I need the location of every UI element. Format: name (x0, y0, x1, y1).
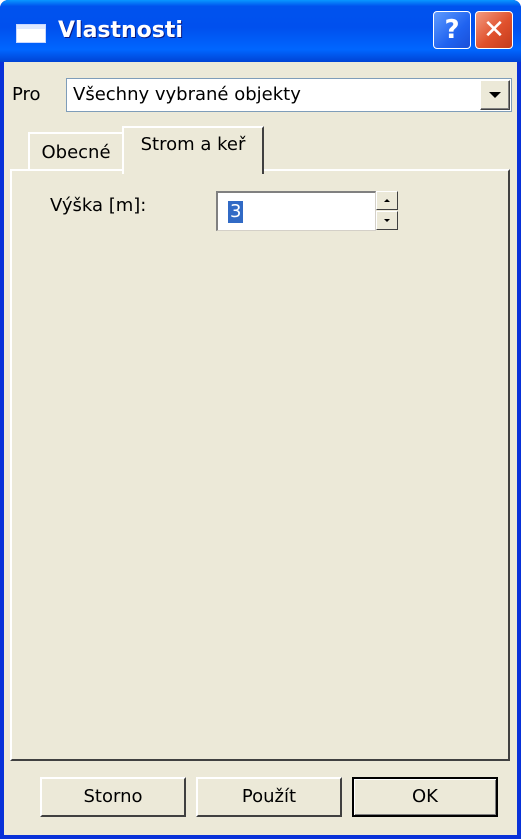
tab-panel: Výška [m]: 3 (10, 169, 510, 761)
spin-up-button[interactable] (376, 191, 398, 210)
pro-label: Pro (12, 84, 41, 105)
window-title: Vlastnosti (58, 18, 183, 43)
properties-dialog: Vlastnosti ? ✕ Pro Všechny vybrané objek… (0, 0, 521, 839)
help-button[interactable]: ? (433, 11, 471, 49)
tab-tree-shrub[interactable]: Strom a keř (122, 126, 264, 174)
chevron-down-icon (489, 92, 501, 98)
ok-button[interactable]: OK (352, 777, 498, 817)
spin-down-icon (384, 219, 390, 222)
dialog-body: Pro Všechny vybrané objekty Obecné Strom… (4, 62, 517, 835)
tab-general[interactable]: Obecné (28, 132, 124, 170)
help-icon: ? (444, 15, 460, 45)
pro-select[interactable]: Všechny vybrané objekty (66, 78, 512, 112)
spin-up-icon (384, 199, 390, 202)
height-label: Výška [m]: (50, 195, 147, 216)
title-bar[interactable]: Vlastnosti ? ✕ (0, 0, 521, 62)
height-value: 3 (228, 201, 244, 223)
pro-select-value: Všechny vybrané objekty (73, 84, 301, 105)
height-input[interactable]: 3 (216, 191, 376, 231)
cancel-button[interactable]: Storno (40, 777, 186, 817)
close-icon: ✕ (483, 15, 505, 45)
window-icon (16, 24, 46, 43)
spin-down-button[interactable] (376, 211, 398, 230)
apply-button[interactable]: Použít (196, 777, 342, 817)
close-button[interactable]: ✕ (475, 11, 513, 49)
dropdown-button[interactable] (480, 80, 510, 110)
